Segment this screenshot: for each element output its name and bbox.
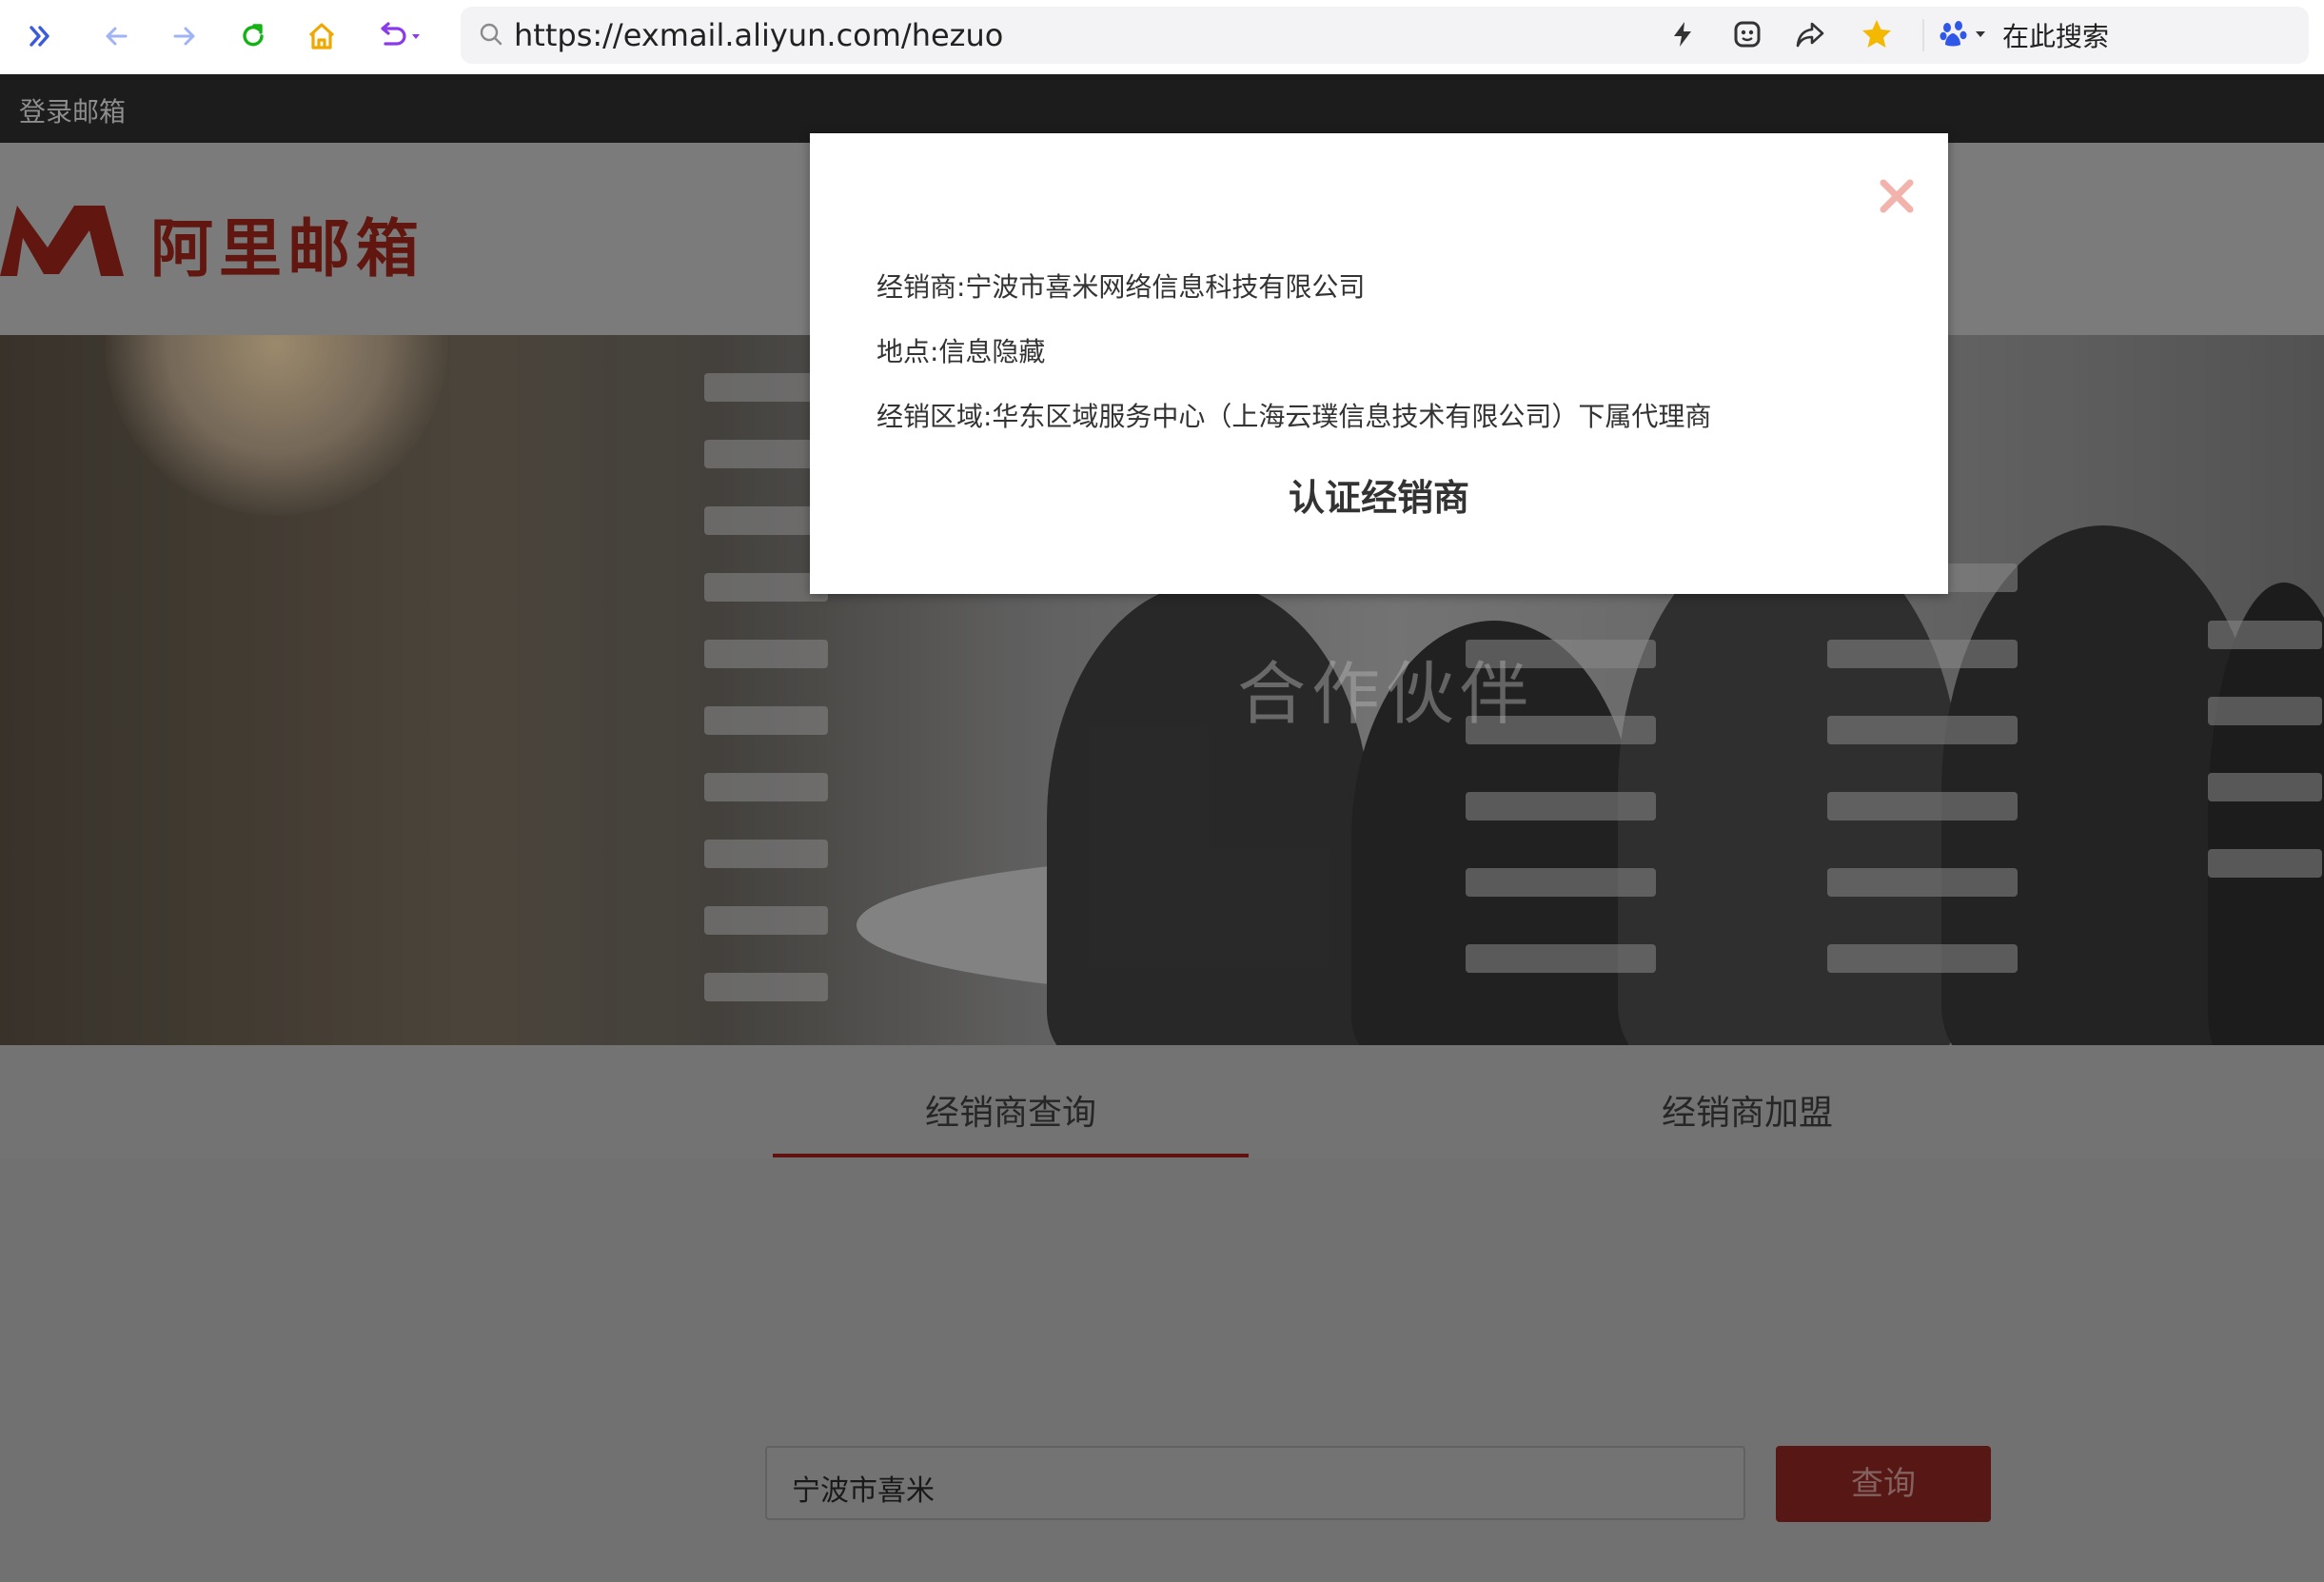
- search-engine-label[interactable]: 在此搜索: [2002, 16, 2109, 54]
- dealer-name: 经销商:宁波市喜米网络信息科技有限公司: [876, 271, 1366, 303]
- refresh-icon[interactable]: [230, 13, 276, 59]
- back-arrow-icon[interactable]: [93, 13, 139, 59]
- close-icon[interactable]: [1874, 173, 1920, 219]
- star-icon[interactable]: [1858, 15, 1896, 53]
- forward-arrow-icon[interactable]: [162, 13, 207, 59]
- browser-toolbar: https://exmail.aliyun.com/hezuo 在此搜索: [0, 0, 2324, 74]
- home-icon[interactable]: [299, 13, 345, 59]
- url-text[interactable]: https://exmail.aliyun.com/hezuo: [514, 18, 1003, 52]
- certified-dealer-title: 认证经销商: [1288, 477, 1469, 519]
- dealer-region: 经销区域:华东区域服务中心（上海云璞信息技术有限公司）下属代理商: [876, 401, 1712, 432]
- dealer-info-modal: 经销商:宁波市喜米网络信息科技有限公司 地点:信息隐藏 经销区域:华东区域服务中…: [810, 133, 1948, 594]
- undo-icon[interactable]: [369, 13, 436, 59]
- search-icon: [478, 21, 504, 51]
- sidebar-toggle-icon[interactable]: [17, 13, 63, 59]
- extension-icon[interactable]: [1728, 15, 1766, 53]
- baidu-paw-icon[interactable]: [1938, 15, 1995, 53]
- share-icon[interactable]: [1791, 15, 1829, 53]
- lightning-icon[interactable]: [1664, 15, 1702, 53]
- toolbar-divider: [1922, 19, 1924, 51]
- dealer-location: 地点:信息隐藏: [876, 336, 1046, 367]
